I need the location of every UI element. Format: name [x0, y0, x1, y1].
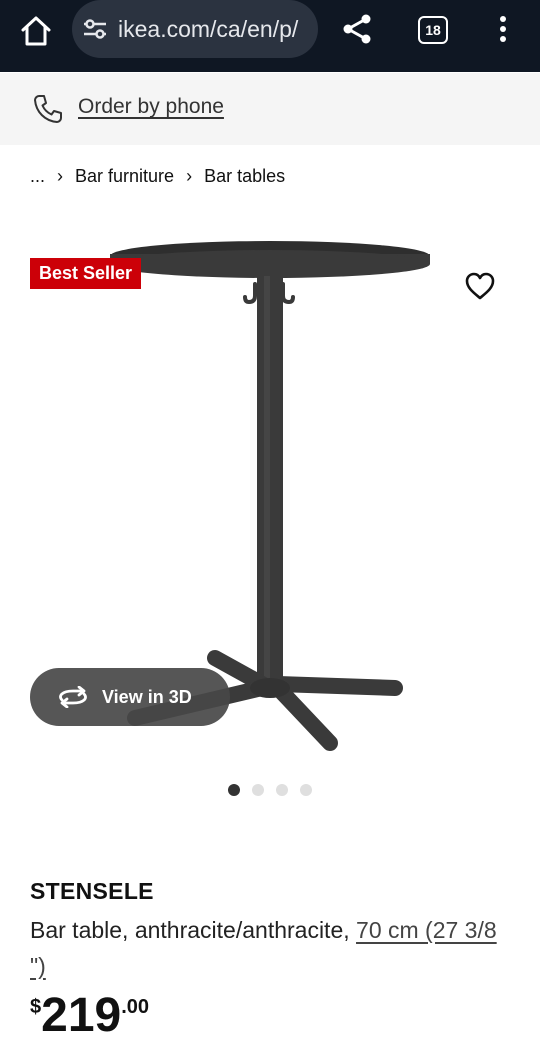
- price-integer: 219: [41, 989, 122, 1042]
- product-type: Bar table, anthracite/anthracite,: [30, 917, 350, 943]
- best-seller-badge: Best Seller: [30, 258, 142, 289]
- breadcrumb-item-bar-tables[interactable]: Bar tables: [204, 166, 285, 187]
- order-by-phone-link[interactable]: Order by phone: [78, 95, 224, 119]
- breadcrumb-separator: ›: [186, 166, 193, 186]
- url-text: ikea.com/ca/en/p/: [118, 15, 299, 42]
- gallery-dot-2[interactable]: [252, 784, 264, 796]
- more-vert-icon[interactable]: [494, 14, 512, 44]
- gallery-dot-1[interactable]: [228, 784, 240, 796]
- price-decimal: .00: [121, 996, 150, 1018]
- home-icon[interactable]: [18, 13, 54, 49]
- tab-switcher-icon[interactable]: 18: [418, 16, 448, 44]
- browser-toolbar: ikea.com/ca/en/p/ 18: [0, 0, 540, 72]
- gallery-pagination: [228, 784, 312, 796]
- breadcrumb-separator: ›: [57, 166, 64, 186]
- breadcrumb: ... › Bar furniture › Bar tables: [30, 166, 285, 187]
- phone-icon: [34, 95, 62, 123]
- heart-icon[interactable]: [464, 270, 496, 302]
- product-name: STENSELE: [30, 878, 154, 904]
- gallery-dot-4[interactable]: [300, 784, 312, 796]
- gallery-dot-3[interactable]: [276, 784, 288, 796]
- view-in-3d-label: View in 3D: [102, 686, 192, 707]
- breadcrumb-item-bar-furniture[interactable]: Bar furniture: [75, 166, 174, 187]
- view-in-3d-button[interactable]: View in 3D: [30, 668, 230, 726]
- product-description: Bar table, anthracite/anthracite, 70 cm …: [30, 912, 510, 984]
- price-currency: $: [30, 996, 42, 1018]
- order-by-phone-bar: Order by phone: [0, 73, 540, 145]
- product-price: $ 219 .00: [30, 990, 149, 1042]
- rotate-3d-icon: [59, 686, 87, 708]
- url-bar[interactable]: ikea.com/ca/en/p/: [72, 0, 318, 58]
- share-icon[interactable]: [340, 12, 374, 46]
- tune-icon[interactable]: [82, 18, 108, 40]
- breadcrumb-ellipsis[interactable]: ...: [30, 166, 45, 187]
